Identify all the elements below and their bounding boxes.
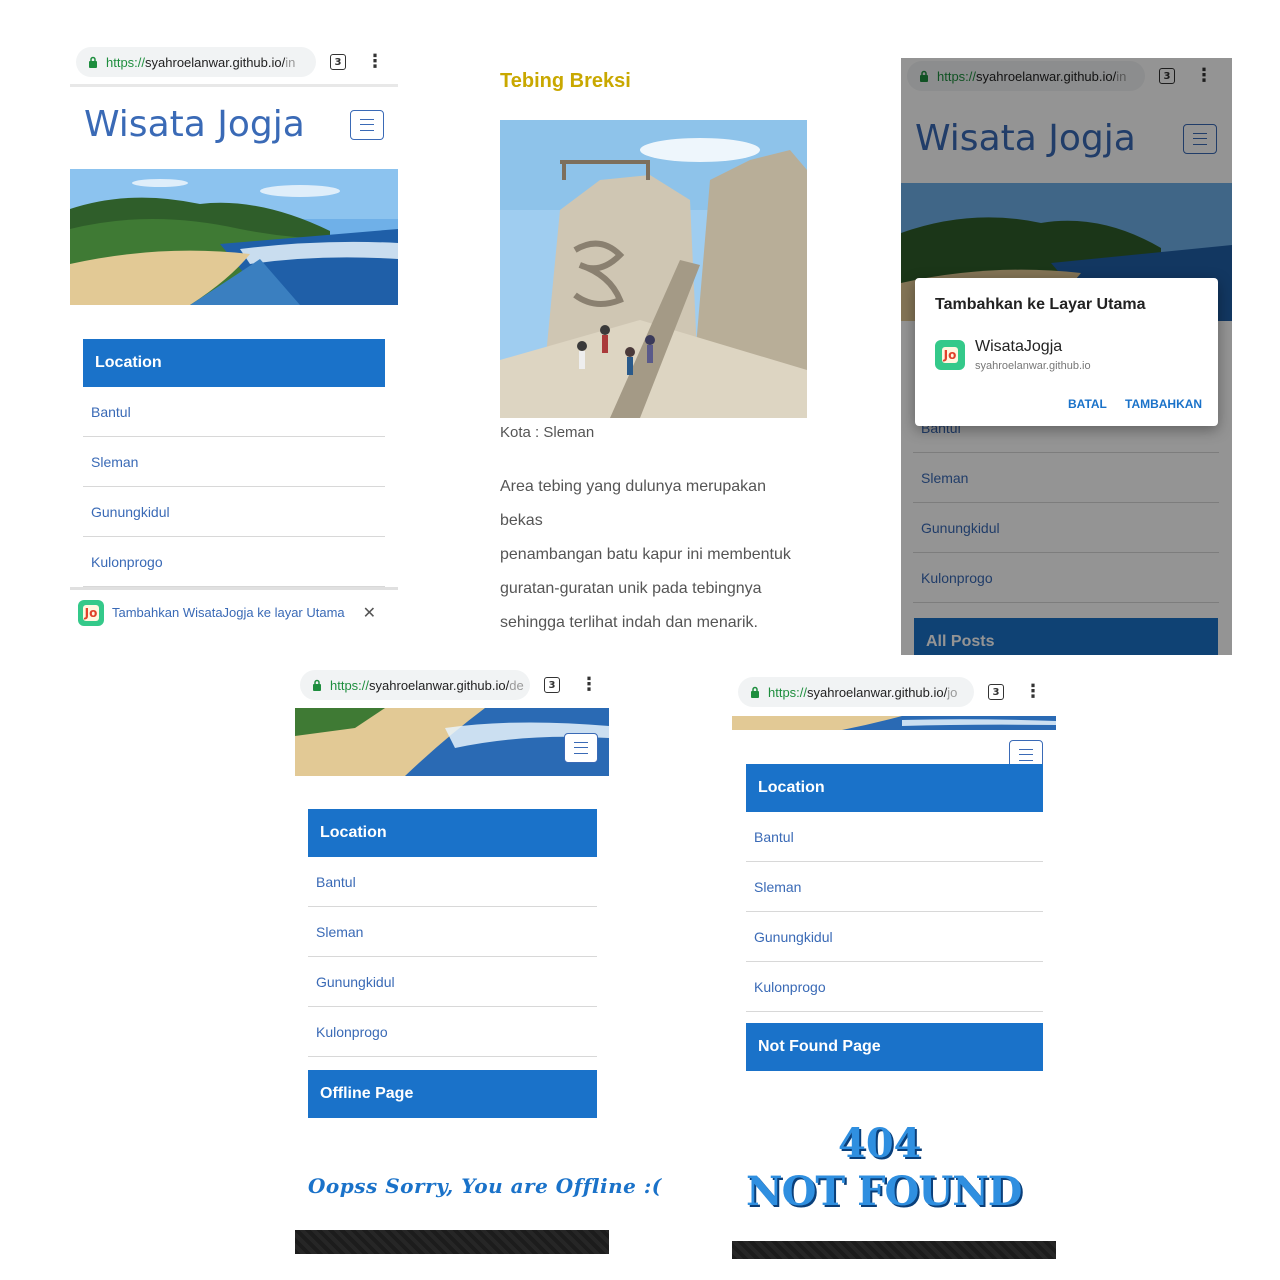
location-list: Bantul Sleman Gunungkidul Kulonprogo — [308, 857, 597, 1057]
location-item-gunungkidul[interactable]: Gunungkidul — [746, 912, 1043, 962]
lock-icon — [313, 679, 321, 691]
dialog-title: Tambahkan ke Layar Utama — [935, 296, 1146, 313]
close-icon[interactable]: ✕ — [363, 603, 376, 623]
footer-bar — [732, 1241, 1056, 1259]
url-text: https://syahroelanwar.github.io/in — [106, 54, 296, 70]
location-list: Bantul Sleman Gunungkidul Kulonprogo — [746, 812, 1043, 1012]
description-line: Area tebing yang dulunya merupakan bekas — [500, 478, 766, 529]
location-item-gunungkidul[interactable]: Gunungkidul — [308, 957, 597, 1007]
install-banner[interactable]: Jo Tambahkan WisataJogja ke layar Utama … — [70, 587, 398, 635]
hero-beach-image — [70, 169, 398, 305]
app-icon: Jo — [935, 340, 965, 370]
toolbar-shadow — [70, 84, 398, 87]
more-menu-icon[interactable]: ⋮ — [366, 53, 384, 71]
tab-switcher-icon[interactable]: 3 — [330, 54, 346, 70]
article-title: Tebing Breksi — [500, 70, 631, 92]
article-description: Area tebing yang dulunya merupakan bekas… — [500, 470, 810, 640]
location-item-kulonprogo[interactable]: Kulonprogo — [308, 1007, 597, 1057]
location-item-kulonprogo[interactable]: Kulonprogo — [746, 962, 1043, 1012]
not-found-header: Not Found Page — [746, 1023, 1043, 1071]
address-bar[interactable]: https://syahroelanwar.github.io/de — [300, 670, 530, 700]
location-item-sleman[interactable]: Sleman — [308, 907, 597, 957]
dialog-app-url: syahroelanwar.github.io — [975, 360, 1091, 372]
install-banner-text[interactable]: Tambahkan WisataJogja ke layar Utama — [112, 605, 345, 620]
location-item-gunungkidul[interactable]: Gunungkidul — [83, 487, 385, 537]
url-text: https://syahroelanwar.github.io/de — [330, 677, 524, 693]
more-menu-icon[interactable]: ⋮ — [1024, 683, 1042, 701]
location-item-kulonprogo[interactable]: Kulonprogo — [83, 537, 385, 587]
site-title[interactable]: Wisata Jogja — [84, 104, 305, 145]
location-item-bantul[interactable]: Bantul — [746, 812, 1043, 862]
offline-header: Offline Page — [308, 1070, 597, 1118]
tab-switcher-icon[interactable]: 3 — [544, 677, 560, 693]
browser-toolbar-5: https://syahroelanwar.github.io/jo 3 ⋮ — [738, 676, 1042, 708]
location-item-bantul[interactable]: Bantul — [308, 857, 597, 907]
error-text: NOT FOUND — [746, 1168, 1022, 1215]
hamburger-menu-button[interactable] — [564, 733, 598, 763]
address-bar[interactable]: https://syahroelanwar.github.io/in — [76, 47, 316, 77]
location-header: Location — [83, 339, 385, 387]
lock-icon — [89, 56, 97, 68]
cancel-button[interactable]: BATAL — [1068, 397, 1107, 411]
location-header: Location — [308, 809, 597, 857]
add-to-homescreen-dialog: Tambahkan ke Layar Utama Jo WisataJogja … — [915, 278, 1218, 426]
more-menu-icon[interactable]: ⋮ — [580, 676, 598, 694]
location-item-sleman[interactable]: Sleman — [83, 437, 385, 487]
location-item-bantul[interactable]: Bantul — [83, 387, 385, 437]
add-button[interactable]: TAMBAHKAN — [1125, 397, 1202, 411]
address-bar[interactable]: https://syahroelanwar.github.io/jo — [738, 677, 974, 707]
article-city: Kota : Sleman — [500, 424, 595, 441]
app-icon: Jo — [78, 599, 104, 626]
location-item-sleman[interactable]: Sleman — [746, 862, 1043, 912]
lock-icon — [751, 686, 759, 698]
hero-beach-image-strip — [732, 716, 1056, 730]
panel-install-dialog: https://syahroelanwar.github.io/in 3 ⋮ W… — [901, 58, 1232, 655]
offline-message: Oopss Sorry, You are Offline :( — [308, 1174, 662, 1198]
description-line: penambangan batu kapur ini membentuk — [500, 546, 791, 563]
browser-toolbar-1: https://syahroelanwar.github.io/in 3 ⋮ — [76, 46, 384, 78]
error-code: 404 — [838, 1120, 922, 1167]
article-image-tebing-breksi — [500, 120, 807, 418]
location-header: Location — [746, 764, 1043, 812]
hero-beach-image — [295, 708, 609, 776]
browser-toolbar-4: https://syahroelanwar.github.io/de 3 ⋮ — [300, 669, 598, 701]
dialog-app-name[interactable]: WisataJogja — [975, 338, 1062, 356]
hamburger-menu-button[interactable] — [350, 110, 384, 140]
url-text: https://syahroelanwar.github.io/jo — [768, 684, 958, 700]
tab-switcher-icon[interactable]: 3 — [988, 684, 1004, 700]
footer-bar — [295, 1230, 609, 1254]
hamburger-icon — [360, 119, 374, 131]
description-line: sehingga terlihat indah dan menarik. — [500, 614, 758, 631]
location-list: Bantul Sleman Gunungkidul Kulonprogo — [83, 387, 385, 587]
hamburger-icon — [574, 742, 588, 754]
hamburger-icon — [1019, 749, 1033, 761]
description-line: guratan-guratan unik pada tebingnya — [500, 580, 762, 597]
